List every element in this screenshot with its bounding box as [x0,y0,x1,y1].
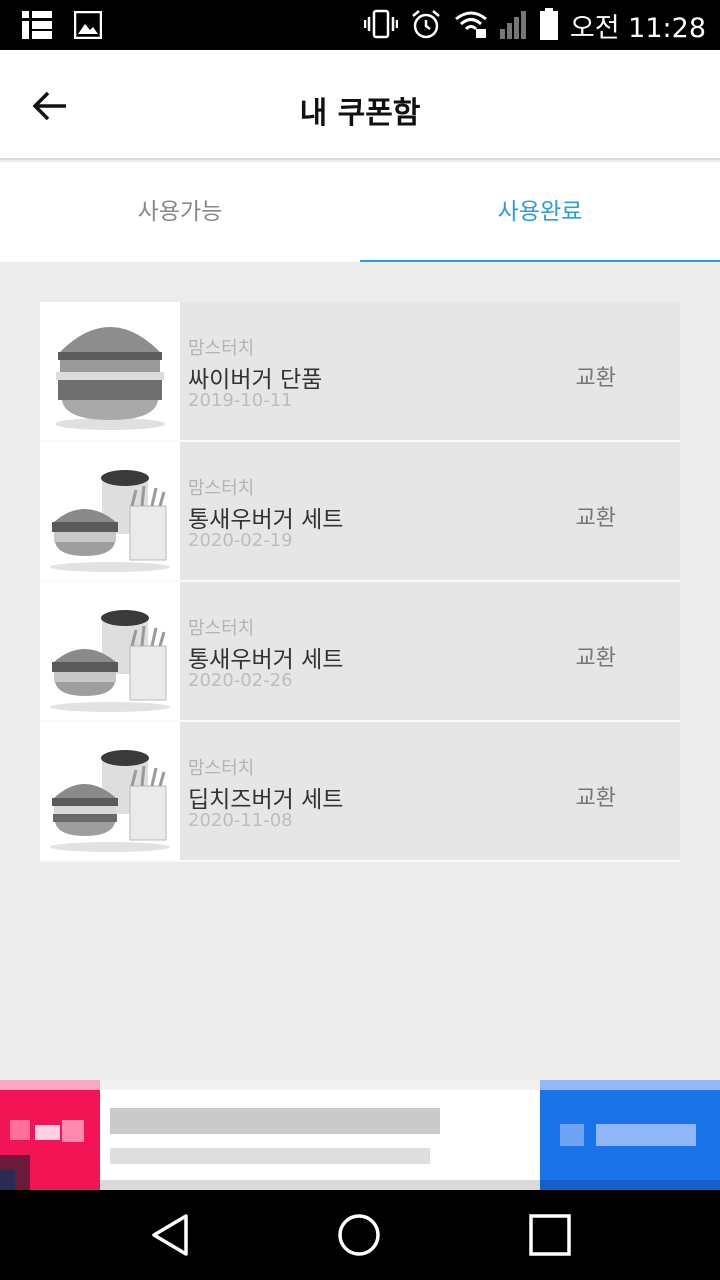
system-nav-bar [0,1190,720,1280]
recents-square-icon [525,1214,575,1264]
coupon-date: 2020-11-08 [188,810,293,831]
ad-logo [0,1080,100,1190]
coupon-brand: 맘스터치 [188,478,255,499]
app-header: 내 쿠폰함 [0,50,720,160]
coupon-name: 통새우버거 세트 [188,507,344,533]
coupon-item[interactable]: 맘스터치 딥치즈버거 세트 2020-11-08 교환 [40,722,680,862]
coupon-name: 딥치즈버거 세트 [188,787,344,813]
tab-available[interactable]: 사용가능 [0,162,360,262]
coupon-name: 싸이버거 단품 [188,367,323,393]
coupon-item[interactable]: 맘스터치 싸이버거 단품 2019-10-11 교환 [40,302,680,442]
coupon-image-burger-set [40,442,180,580]
coupon-list: 맘스터치 싸이버거 단품 2019-10-11 교환 맘스터치 통새우버거 세트… [40,302,680,862]
vibrate-icon [363,9,399,43]
ad-cta-button[interactable] [540,1080,720,1190]
coupon-brand: 맘스터치 [188,758,255,779]
signal-icon [499,9,528,43]
coupon-image-burger-set [40,722,180,860]
coupon-brand: 맘스터치 [188,618,255,639]
status-time: 오전 11:28 [569,13,706,44]
coupon-item[interactable]: 맘스터치 통새우버거 세트 2020-02-26 교환 [40,582,680,722]
coupon-image-burger-single [40,302,180,440]
tab-bar: 사용가능 사용완료 [0,162,720,262]
coupon-name: 통새우버거 세트 [188,647,344,673]
back-triangle-icon [146,1214,196,1264]
coupon-status: 교환 [575,786,616,811]
wifi-lock-icon [454,9,488,43]
coupon-status: 교환 [575,646,616,671]
coupon-item[interactable]: 맘스터치 통새우버거 세트 2020-02-19 교환 [40,442,680,582]
coupon-date: 2020-02-19 [188,530,293,551]
ad-text-placeholder [100,1080,540,1190]
battery-icon [539,7,558,44]
coupon-brand: 맘스터치 [188,338,255,359]
coupon-status: 교환 [575,506,616,531]
ad-banner[interactable] [0,1080,720,1190]
nav-home-button[interactable] [334,1210,384,1260]
coupon-image-burger-set [40,582,180,720]
coupon-date: 2020-02-26 [188,670,293,691]
page-title: 내 쿠폰함 [299,96,421,131]
nav-back-button[interactable] [146,1210,196,1260]
notification-list-icon [22,11,52,43]
tab-used[interactable]: 사용완료 [360,162,720,262]
nav-recents-button[interactable] [525,1210,575,1260]
home-circle-icon [334,1214,384,1264]
alarm-icon [410,8,442,44]
coupon-date: 2019-10-11 [188,390,293,411]
coupon-status: 교환 [575,366,616,391]
status-bar: 오전 11:28 [0,0,720,50]
gallery-icon [73,10,103,43]
